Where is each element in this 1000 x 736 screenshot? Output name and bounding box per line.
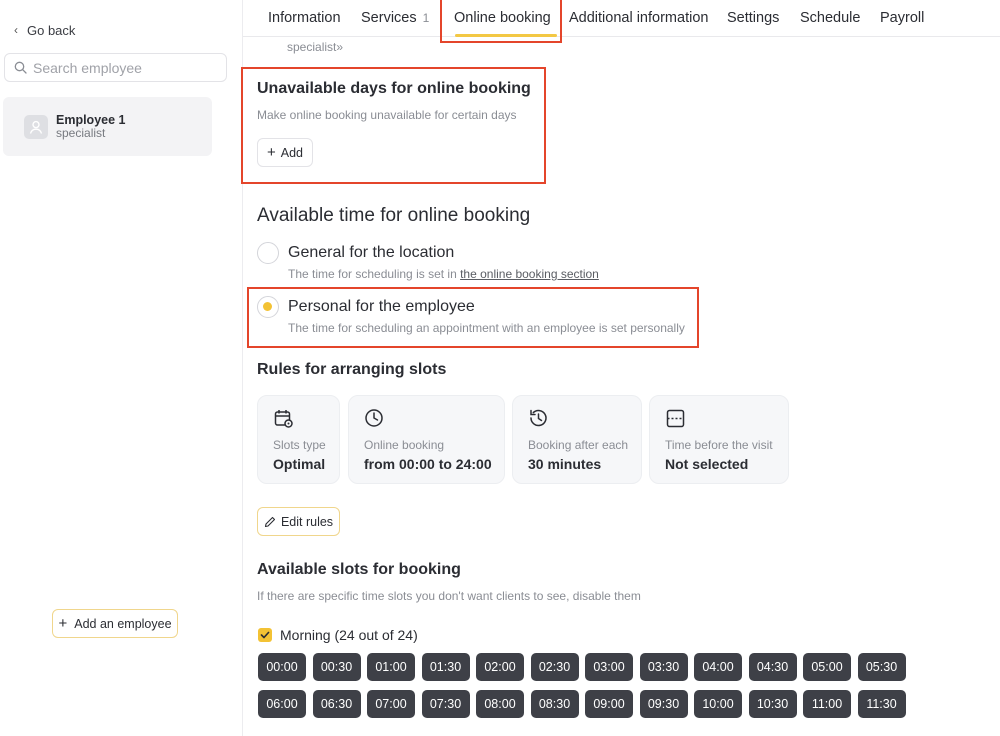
time-slot-button[interactable]: 04:30	[748, 653, 797, 681]
tab-settings[interactable]: Settings	[727, 10, 779, 26]
search-box	[4, 53, 227, 82]
time-slot-button[interactable]: 01:30	[421, 653, 470, 681]
highlight-box-personal	[247, 287, 699, 348]
employee-info: Employee 1 specialist	[56, 113, 125, 140]
tab-information[interactable]: Information	[268, 10, 341, 26]
employee-list-item[interactable]: Employee 1 specialist	[3, 97, 212, 156]
rule-card-booking-after: Booking after each 30 minutes	[512, 395, 642, 484]
tab-label: Settings	[727, 10, 780, 26]
add-unavailable-day-button[interactable]: + Add	[257, 138, 313, 167]
morning-checkbox[interactable]	[258, 628, 272, 642]
plus-icon: +	[58, 615, 68, 632]
chevron-left-icon: ‹	[14, 23, 18, 37]
sidebar: ‹ Go back Employee 1 specialist + Add an…	[0, 0, 243, 736]
time-slot-button[interactable]: 09:00	[585, 690, 633, 718]
history-icon	[530, 409, 547, 427]
time-slot-button[interactable]: 08:00	[476, 690, 524, 718]
tab-count-badge: 1	[422, 11, 430, 25]
time-slot-button[interactable]: 08:30	[530, 690, 579, 718]
tab-label: Services	[361, 10, 417, 26]
highlight-box-tab	[440, 0, 562, 43]
rule-value: from 00:00 to 24:00	[364, 456, 492, 472]
go-back-label: Go back	[27, 22, 76, 38]
rule-value: 30 minutes	[528, 456, 602, 472]
available-time-title: Available time for online booking	[257, 205, 531, 226]
radio-personal-label: Personal for the employee	[288, 298, 475, 315]
time-slot-button[interactable]: 02:30	[530, 653, 579, 681]
rules-title: Rules for arranging slots	[257, 361, 447, 378]
time-slot-button[interactable]: 05:30	[857, 653, 906, 681]
time-slot-button[interactable]: 11:30	[857, 690, 906, 718]
add-label: Add	[280, 145, 303, 160]
morning-group-label: Morning (24 out of 24)	[280, 627, 418, 643]
time-slot-button[interactable]: 04:00	[694, 653, 742, 681]
time-slot-button[interactable]: 00:00	[258, 653, 306, 681]
tab-services[interactable]: Services 1	[361, 10, 429, 26]
edit-rules-button[interactable]: Edit rules	[257, 507, 340, 536]
tab-label: Payroll	[880, 10, 925, 26]
plus-icon: +	[266, 144, 276, 161]
slots-title: Available slots for booking	[257, 561, 461, 578]
edit-rules-label: Edit rules	[280, 514, 334, 529]
time-slot-button[interactable]: 09:30	[639, 690, 688, 718]
rule-value: Optimal	[273, 456, 326, 472]
radio-personal-desc: The time for scheduling an appointment w…	[288, 321, 685, 335]
tab-label: Additional information	[569, 10, 709, 26]
rule-label: Time before the visit	[665, 438, 773, 452]
cut-off-text: specialist»	[287, 40, 344, 54]
rule-label: Slots type	[273, 438, 326, 452]
time-slot-button[interactable]: 06:30	[312, 690, 361, 718]
time-slot-button[interactable]: 07:00	[367, 690, 415, 718]
rule-value: Not selected	[665, 456, 749, 472]
time-slot-button[interactable]: 03:30	[639, 653, 688, 681]
radio-general-label: General for the location	[288, 244, 455, 261]
online-booking-section-link[interactable]: the online booking section	[460, 267, 599, 281]
tab-label: Schedule	[800, 10, 861, 26]
time-slot-button[interactable]: 02:00	[476, 653, 524, 681]
user-icon	[29, 120, 43, 134]
search-icon	[14, 61, 27, 74]
tab-bar: Information Services 1 Online booking Add…	[243, 0, 1000, 37]
checkmark-icon	[260, 631, 270, 639]
time-slot-button[interactable]: 10:30	[748, 690, 797, 718]
unavailable-days-subtitle: Make online booking unavailable for cert…	[257, 108, 517, 122]
rule-card-slots-type: Slots type Optimal	[257, 395, 340, 484]
time-slot-button[interactable]: 11:00	[803, 690, 851, 718]
tab-payroll[interactable]: Payroll	[880, 10, 924, 26]
time-slot-button[interactable]: 06:00	[258, 690, 306, 718]
time-slot-button[interactable]: 00:30	[312, 653, 361, 681]
tab-schedule[interactable]: Schedule	[800, 10, 860, 26]
search-employee-input[interactable]	[33, 59, 213, 76]
unavailable-days-title: Unavailable days for online booking	[257, 80, 531, 97]
radio-general-location[interactable]	[257, 242, 279, 264]
radio-personal-employee[interactable]	[257, 296, 279, 318]
rule-label: Online booking	[364, 438, 445, 452]
time-slot-button[interactable]: 05:00	[803, 653, 851, 681]
pencil-icon	[264, 516, 275, 527]
time-slot-button[interactable]: 03:00	[585, 653, 633, 681]
time-slot-button[interactable]: 10:00	[694, 690, 742, 718]
add-employee-label: Add an employee	[74, 616, 172, 631]
radio-general-desc: The time for scheduling is set in the on…	[288, 267, 599, 281]
rule-card-time-before: Time before the visit Not selected	[649, 395, 789, 484]
employee-name: Employee 1	[56, 113, 126, 127]
clock-icon	[365, 409, 383, 427]
slots-subtitle: If there are specific time slots you don…	[257, 589, 641, 603]
time-gap-icon	[666, 409, 685, 428]
employee-role: specialist	[56, 126, 106, 140]
rule-card-online-booking: Online booking from 00:00 to 24:00	[348, 395, 505, 484]
avatar	[24, 114, 48, 139]
desc-text: The time for scheduling is set in	[288, 267, 461, 281]
rule-label: Booking after each	[528, 438, 629, 452]
tab-additional-information[interactable]: Additional information	[569, 10, 708, 26]
tab-label: Information	[268, 10, 341, 26]
add-employee-button[interactable]: + Add an employee	[52, 609, 178, 638]
go-back-link[interactable]: ‹ Go back	[14, 20, 75, 40]
calendar-settings-icon	[274, 410, 293, 428]
time-slot-button[interactable]: 07:30	[421, 690, 470, 718]
time-slot-button[interactable]: 01:00	[367, 653, 415, 681]
